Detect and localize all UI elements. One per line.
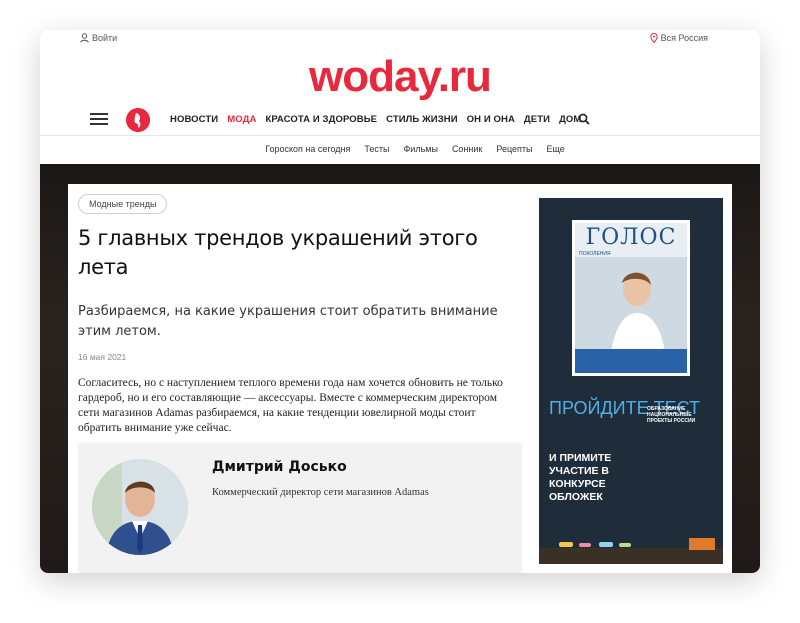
- nav-item-news[interactable]: НОВОСТИ: [170, 114, 218, 125]
- article-date: 16 мая 2021: [78, 352, 127, 362]
- ad-partner: ОБРАЗОВАНИЕ НАЦИОНАЛЬНЫЕ ПРОЕКТЫ РОССИИ: [647, 406, 696, 424]
- nav-item-fashion[interactable]: МОДА: [227, 114, 256, 125]
- article-tag[interactable]: Модные тренды: [78, 194, 168, 214]
- expert-role: Коммерческий директор сети магазинов Ada…: [212, 487, 429, 498]
- search-icon[interactable]: [578, 113, 590, 125]
- article-body: Согласитесь, но с наступлением теплого в…: [78, 377, 503, 434]
- subnav-item-films[interactable]: Фильмы: [403, 144, 437, 164]
- browser-window: Войти Вся Россия woday.ru НОВОСТИ МОДА К…: [40, 30, 760, 573]
- site-logo[interactable]: woday.ru: [40, 52, 760, 102]
- nav-item-he-and-she[interactable]: ОН И ОНА: [467, 114, 515, 125]
- subnav-item-recipes[interactable]: Рецепты: [496, 144, 532, 164]
- user-icon: [80, 33, 89, 43]
- location-pin-icon: [649, 33, 658, 43]
- avatar: [92, 459, 188, 555]
- subnav-item-more[interactable]: Еще: [547, 144, 565, 164]
- menu-icon[interactable]: [90, 113, 108, 125]
- login-label: Войти: [92, 33, 118, 43]
- article-title: 5 главных трендов украшений этого лета: [78, 226, 478, 279]
- brand-emblem-icon[interactable]: [126, 108, 150, 132]
- nav-item-kids[interactable]: ДЕТИ: [524, 114, 550, 125]
- magazine-title: ГОЛОС: [585, 225, 677, 250]
- nav-item-lifestyle[interactable]: СТИЛЬ ЖИЗНИ: [386, 114, 458, 125]
- sub-nav: Гороскоп на сегодня Тесты Фильмы Сонник …: [40, 136, 760, 164]
- region-selector[interactable]: Вся Россия: [649, 33, 708, 43]
- article-lead: Разбираемся, на какие украшения стоит об…: [78, 304, 498, 339]
- region-label: Вся Россия: [660, 33, 708, 43]
- expert-card: Дмитрий Досько Коммерческий директор сет…: [78, 443, 522, 573]
- subnav-item-horoscope[interactable]: Гороскоп на сегодня: [265, 144, 350, 164]
- login-link[interactable]: Войти: [80, 33, 117, 43]
- subnav-item-tests[interactable]: Тесты: [364, 144, 389, 164]
- ad-banner[interactable]: ГОЛОС ПОКОЛЕНИЯ ПРОЙДИТЕ ТЕСТ И ПРИМИТЕ …: [539, 198, 723, 564]
- subnav-item-dream-book[interactable]: Сонник: [452, 144, 482, 164]
- chalk-decoration: [539, 538, 723, 564]
- nav-item-beauty-health[interactable]: КРАСОТА И ЗДОРОВЬЕ: [265, 114, 377, 125]
- ad-cta: И ПРИМИТЕ УЧАСТИЕ В КОНКУРСЕ ОБЛОЖЕК: [549, 452, 612, 503]
- magazine-cover: ГОЛОС ПОКОЛЕНИЯ: [572, 220, 690, 376]
- main-nav: НОВОСТИ МОДА КРАСОТА И ЗДОРОВЬЕ СТИЛЬ ЖИ…: [40, 102, 760, 136]
- expert-name: Дмитрий Досько: [212, 459, 347, 475]
- nav-links: НОВОСТИ МОДА КРАСОТА И ЗДОРОВЬЕ СТИЛЬ ЖИ…: [170, 114, 581, 125]
- utility-bar: Войти Вся Россия: [40, 30, 760, 48]
